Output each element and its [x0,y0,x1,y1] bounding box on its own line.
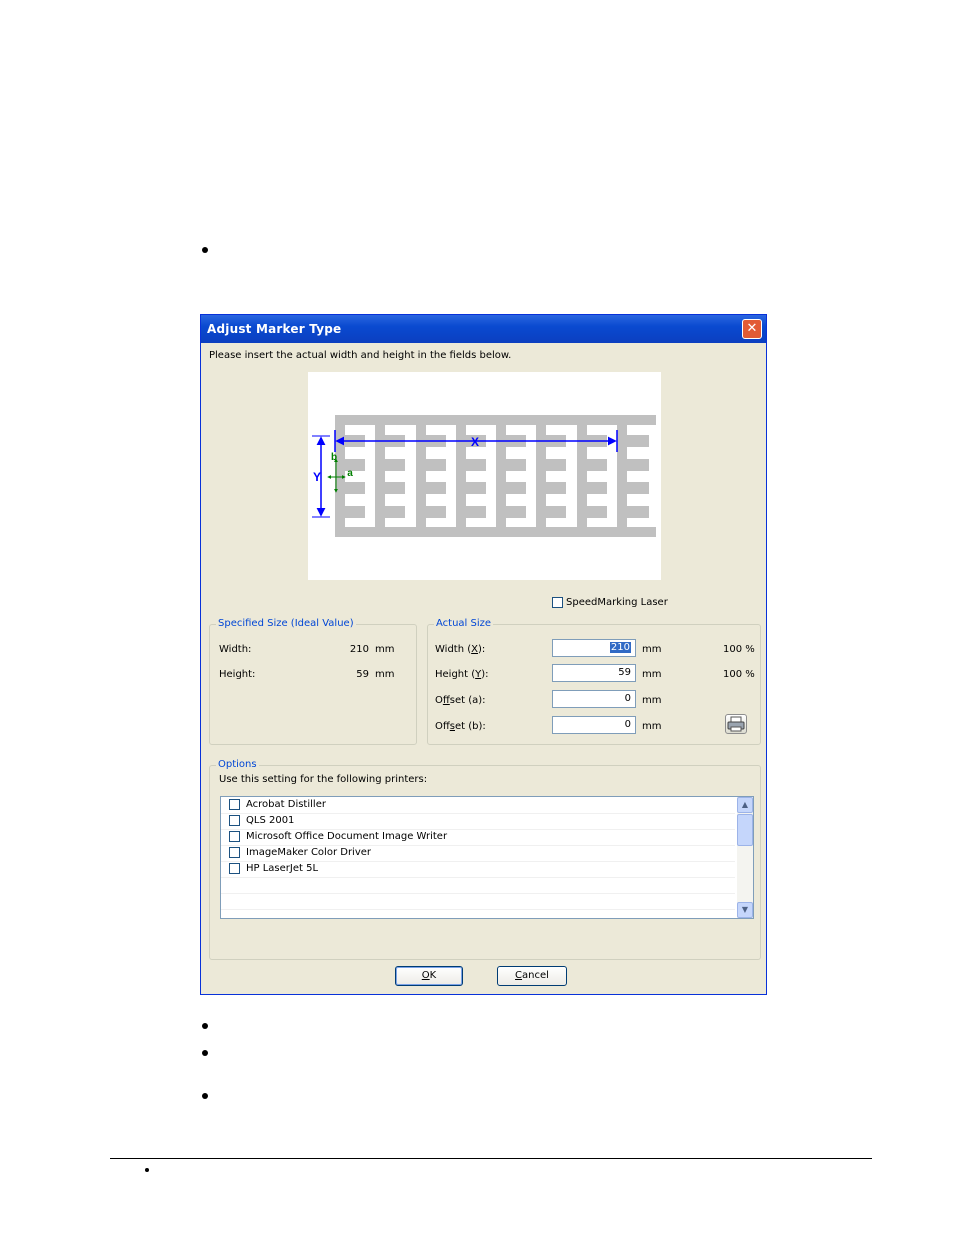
marker-diagram-svg: X Y b a [312,415,656,537]
actual-width-percent: 100 % [723,644,755,655]
scroll-down-icon[interactable]: ▼ [737,902,753,918]
carrier-top-strip [335,415,656,425]
printer-name: Microsoft Office Document Image Writer [246,831,448,842]
actual-height-input[interactable]: 59 [552,664,636,682]
print-test-button[interactable] [725,714,747,734]
printer-name: Acrobat Distiller [246,799,326,810]
list-item[interactable]: Acrobat Distiller [221,797,735,814]
list-item[interactable]: HP LaserJet 5L [221,861,735,878]
x-dimension-label: X [471,435,479,449]
actual-size-group: Actual Size Width (X): 210 mm 100 % Heig… [427,618,761,745]
bullet-point [202,247,208,253]
offset-a-unit: mm [642,695,662,706]
specified-size-legend: Specified Size (Ideal Value) [216,618,356,629]
empty-list-row [221,893,735,910]
bullet-point [202,1050,208,1056]
actual-height-label: Height (Y): [435,669,489,680]
actual-width-value: 210 [609,642,631,653]
actual-height-unit: mm [642,669,662,680]
adjust-marker-type-dialog: Adjust Marker Type ✕ Please insert the a… [200,314,767,995]
actual-width-label: Width (X): [435,644,486,655]
specified-width-value: 210 [349,644,369,655]
offset-b-unit: mm [642,721,662,732]
y-dimension-label: Y [313,470,321,484]
specified-width-label: Width: [219,644,252,655]
list-item[interactable]: Microsoft Office Document Image Writer [221,829,735,846]
actual-width-unit: mm [642,644,662,655]
offset-a-label: Offset (a): [435,695,486,706]
carrier-bottom-strip [335,527,656,537]
empty-list-row [221,877,735,894]
title-bar[interactable]: Adjust Marker Type ✕ [201,315,766,343]
specified-height-label: Height: [219,669,256,680]
specified-width-unit: mm [375,644,395,655]
actual-width-input[interactable]: 210 [552,639,636,657]
ok-button[interactable]: OK [395,966,463,986]
specified-height-unit: mm [375,669,395,680]
printer-name: QLS 2001 [246,815,295,826]
printer-checkbox[interactable] [229,863,240,874]
close-icon: ✕ [746,321,758,336]
printer-checkbox[interactable] [229,847,240,858]
footer-bullet [145,1168,149,1172]
printer-list[interactable]: Acrobat Distiller QLS 2001 Microsoft Off… [220,796,754,919]
a-offset-label: a [347,468,353,479]
dialog-body: Please insert the actual width and heigh… [204,343,763,992]
bullet-point [202,1093,208,1099]
options-description: Use this setting for the following print… [219,774,428,785]
speedmarking-laser-checkbox[interactable] [552,597,563,608]
speedmarking-laser-label: SpeedMarking Laser [566,597,668,608]
printer-checkbox[interactable] [229,799,240,810]
printer-list-scrollbar[interactable]: ▲ ▼ [737,797,753,918]
specified-size-group: Specified Size (Ideal Value) Width: 210 … [209,618,417,745]
scroll-thumb[interactable] [737,814,753,846]
footer-rule [110,1158,872,1159]
options-legend: Options [216,759,259,770]
actual-size-legend: Actual Size [434,618,494,629]
specified-height-value: 59 [356,669,369,680]
printer-name: ImageMaker Color Driver [246,847,372,858]
close-button[interactable]: ✕ [742,319,762,339]
printer-icon [727,716,745,732]
cancel-button[interactable]: Cancel [497,966,567,986]
offset-b-input[interactable]: 0 [552,716,636,734]
dialog-title: Adjust Marker Type [207,322,342,336]
printer-checkbox[interactable] [229,831,240,842]
printer-name: HP LaserJet 5L [246,863,319,874]
actual-height-percent: 100 % [723,669,755,680]
list-item[interactable]: QLS 2001 [221,813,735,830]
b-offset-label: b [331,452,337,463]
list-item[interactable]: ImageMaker Color Driver [221,845,735,862]
printer-checkbox[interactable] [229,815,240,826]
instruction-text: Please insert the actual width and heigh… [209,350,512,361]
offset-a-input[interactable]: 0 [552,690,636,708]
marker-diagram: X Y b a [308,372,661,580]
scroll-up-icon[interactable]: ▲ [737,797,753,813]
bullet-point [202,1023,208,1029]
offset-b-label: Offset (b): [435,721,486,732]
